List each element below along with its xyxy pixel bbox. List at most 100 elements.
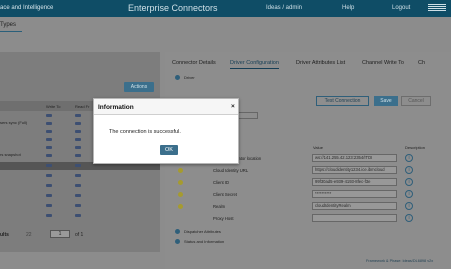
dialog-title: Information [98, 104, 134, 111]
pagination: ults 22 1 of 1 [0, 230, 160, 240]
property-name: Cloud Identity URL [213, 168, 249, 173]
footer-text: Framework & Phase: Ideas/DL6898 v2x [366, 259, 434, 263]
status-icon [46, 194, 52, 197]
property-row: Realm cloudIdentityRealm i [172, 201, 438, 212]
property-name: Realm [213, 204, 226, 209]
status-icon [75, 164, 81, 167]
status-icon [46, 138, 52, 141]
status-icon [75, 174, 81, 177]
info-icon[interactable]: i [405, 202, 413, 210]
page-input[interactable]: 1 [50, 230, 70, 238]
app-name: ace and Intelligence [0, 5, 54, 11]
status-icon [46, 114, 52, 117]
property-value-input[interactable] [312, 214, 397, 222]
list-item[interactable] [0, 172, 160, 180]
page-total: of 1 [75, 232, 84, 238]
page-title: Enterprise Connectors [128, 3, 218, 13]
property-value-input[interactable]: ws://141.255.42.123:2354/ITDI [312, 154, 397, 162]
info-icon[interactable]: i [405, 190, 413, 198]
status-icon [46, 164, 52, 167]
property-value-input[interactable]: ********** [312, 190, 397, 198]
dispatcher-section-label: Dispatcher Attributes [184, 229, 221, 234]
status-icon [46, 130, 52, 133]
status-icon [75, 204, 81, 207]
list-item-label: rs snapshot [0, 152, 21, 157]
column-description: Description [405, 145, 426, 150]
status-icon [75, 130, 81, 133]
status-icon [75, 138, 81, 141]
status-icon [75, 214, 81, 217]
column-read-from[interactable]: Read Fr [75, 104, 89, 109]
driver-section-header[interactable]: Driver [170, 74, 446, 83]
status-icon [75, 194, 81, 197]
info-icon[interactable]: i [405, 154, 413, 162]
property-row: Proxy Host i [172, 213, 438, 224]
required-indicator-icon [178, 192, 183, 197]
property-name: Client Secret [213, 192, 237, 197]
status-icon [75, 154, 81, 157]
status-icon [46, 122, 52, 125]
list-item[interactable] [0, 182, 160, 190]
info-icon[interactable]: i [405, 214, 413, 222]
status-icon [75, 114, 81, 117]
status-icon [46, 154, 52, 157]
required-indicator-icon [178, 168, 183, 173]
property-value-input[interactable]: 99f30ad5-e939-4193-8fec-f3e [312, 178, 397, 186]
dialog-message: The connection is successful. [109, 129, 181, 135]
status-icon [46, 146, 52, 149]
list-item[interactable] [0, 202, 160, 210]
property-row: Cloud Identity URL https://cloudidentity… [172, 165, 438, 176]
property-name: Client ID [213, 180, 230, 185]
status-icon [75, 184, 81, 187]
ok-button[interactable]: OK [160, 145, 178, 155]
expand-icon [175, 229, 180, 234]
status-section-label: Status and Information [184, 239, 225, 244]
dispatcher-section-header[interactable]: Dispatcher Attributes [170, 228, 446, 237]
property-name: Proxy Host [213, 216, 234, 221]
info-icon[interactable]: i [405, 178, 413, 186]
ibm-logo [428, 4, 446, 12]
active-tab-indicator [0, 31, 22, 32]
top-header: ace and Intelligence Enterprise Connecto… [0, 0, 451, 17]
close-icon[interactable]: × [231, 103, 235, 110]
status-icon [46, 174, 52, 177]
user-menu[interactable]: Ideas / admin [266, 5, 302, 11]
property-row: Client Secret ********** i [172, 189, 438, 200]
information-dialog: Information × The connection is successf… [93, 98, 239, 164]
tab-types[interactable]: Types [0, 22, 16, 28]
info-icon[interactable]: i [405, 166, 413, 174]
actions-button[interactable]: Actions [124, 82, 154, 92]
test-connection-button[interactable]: Test Connection [316, 96, 369, 106]
tab-channel-more[interactable]: Ch [418, 60, 425, 66]
tab-connector-details[interactable]: Connector Details [172, 60, 216, 66]
status-icon [46, 184, 52, 187]
status-section-header[interactable]: Status and Information [170, 238, 446, 247]
status-icon [75, 122, 81, 125]
save-button[interactable]: Save [374, 96, 398, 106]
property-row: Client ID 99f30ad5-e939-4193-8fec-f3e i [172, 177, 438, 188]
tab-driver-configuration[interactable]: Driver Configuration [230, 60, 279, 69]
required-indicator-icon [178, 204, 183, 209]
property-value-input[interactable]: https://cloudidentity1234.ice.ibmcloud [312, 166, 397, 174]
property-value-input[interactable]: cloudIdentityRealm [312, 202, 397, 210]
results-count: 22 [26, 232, 32, 238]
help-link[interactable]: Help [342, 5, 354, 11]
status-icon [75, 146, 81, 149]
dialog-header: Information × [94, 99, 238, 115]
column-write-to[interactable]: Write To [46, 104, 61, 109]
tab-channel-write-to[interactable]: Channel Write To [362, 60, 404, 66]
results-label: ults [0, 232, 9, 238]
driver-section-label: Driver [184, 75, 195, 80]
column-value: Value [313, 145, 323, 150]
expand-icon [175, 239, 180, 244]
list-item[interactable] [0, 212, 160, 220]
status-icon [46, 214, 52, 217]
list-item-label: sers sync (Full) [0, 120, 28, 125]
tab-driver-attributes-list[interactable]: Driver Attributes List [296, 60, 345, 66]
cancel-button[interactable]: Cancel [401, 96, 431, 106]
collapse-icon [175, 75, 180, 80]
list-item[interactable] [0, 192, 160, 200]
required-indicator-icon [178, 180, 183, 185]
status-icon [46, 204, 52, 207]
logout-link[interactable]: Logout [392, 5, 410, 11]
